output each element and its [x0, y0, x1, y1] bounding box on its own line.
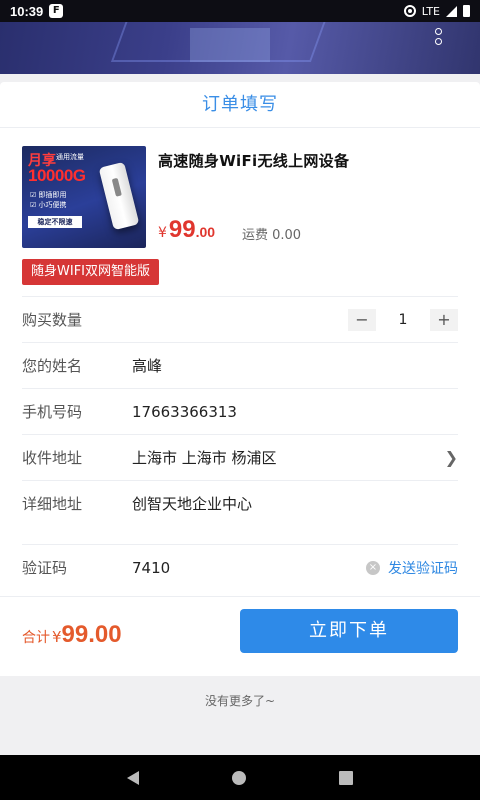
- product-price: ¥ 99 .00: [158, 216, 215, 244]
- banner-decoration: [190, 28, 270, 62]
- thumb-traffic: 10000G: [28, 166, 86, 185]
- order-card: 订单填写 月享 通用流量 10000G ☑ 即插即用 ☑ 小巧便携 稳定不限速 …: [0, 82, 480, 676]
- thumb-feature: ☑ 即插即用: [30, 191, 67, 199]
- total-price: 合计 ¥ 99.00: [22, 621, 122, 649]
- system-nav-bar: [0, 755, 480, 800]
- phone-row: 手机号码 17663366313: [22, 388, 458, 434]
- thumb-features: ☑ 即插即用 ☑ 小巧便携: [30, 190, 67, 210]
- name-label: 您的姓名: [22, 357, 83, 375]
- wifi-dongle-illustration: [98, 161, 140, 231]
- address-label: 详细地址: [22, 495, 83, 513]
- product-name: 高速随身WiFi无线上网设备: [158, 152, 350, 170]
- region-row[interactable]: 收件地址 上海市 上海市 杨浦区 ❯: [22, 434, 458, 480]
- status-bar: 10:39 F LTE: [0, 0, 480, 22]
- increment-button[interactable]: +: [430, 308, 458, 331]
- phone-field[interactable]: 17663366313: [132, 403, 237, 421]
- decrement-button[interactable]: −: [348, 308, 376, 331]
- region-field[interactable]: 上海市 上海市 杨浦区: [132, 447, 277, 468]
- price-integer: 99: [168, 216, 196, 243]
- status-indicators: LTE: [403, 4, 470, 18]
- phone-label: 手机号码: [22, 403, 83, 421]
- network-type: LTE: [421, 4, 440, 18]
- send-code-button[interactable]: 发送验证码: [388, 558, 458, 578]
- notification-icon: F: [49, 4, 64, 18]
- shipping-fee: 运费 0.00: [242, 228, 302, 243]
- region-label: 收件地址: [22, 449, 83, 467]
- header-banner: [0, 22, 480, 74]
- thumb-badge: 稳定不限速: [28, 216, 82, 228]
- price-currency: ¥: [158, 225, 167, 241]
- product-summary: 月享 通用流量 10000G ☑ 即插即用 ☑ 小巧便携 稳定不限速 高速随身W…: [22, 146, 462, 250]
- verify-row: 验证码 7410 × 发送验证码: [22, 544, 458, 590]
- address-field[interactable]: 创智天地企业中心: [132, 493, 252, 514]
- home-icon[interactable]: [231, 770, 246, 785]
- total-amount: 99.00: [61, 621, 122, 648]
- total-label: 合计: [22, 630, 50, 646]
- more-menu-icon[interactable]: [435, 28, 442, 45]
- back-icon[interactable]: [126, 770, 139, 785]
- verify-label: 验证码: [22, 559, 68, 577]
- product-image: 月享 通用流量 10000G ☑ 即插即用 ☑ 小巧便携 稳定不限速: [22, 146, 146, 248]
- battery-icon: [463, 5, 470, 17]
- thumb-traffic-label: 通用流量: [56, 153, 84, 161]
- location-icon: [403, 5, 416, 17]
- clear-icon[interactable]: ×: [366, 560, 380, 575]
- thumb-feature: ☑ 小巧便携: [30, 201, 67, 209]
- order-summary: 合计 ¥ 99.00 立即下单: [0, 596, 480, 676]
- place-order-button[interactable]: 立即下单: [240, 609, 458, 653]
- quantity-input[interactable]: 1: [380, 308, 426, 331]
- name-field[interactable]: 高峰: [132, 355, 162, 376]
- recent-apps-icon[interactable]: [339, 770, 354, 785]
- signal-icon: [446, 5, 457, 17]
- variant-tag[interactable]: 随身WIFI双网智能版: [22, 259, 159, 285]
- quantity-row: 购买数量 − 1 +: [22, 296, 458, 342]
- name-row: 您的姓名 高峰: [22, 342, 458, 388]
- status-time: 10:39: [10, 3, 44, 19]
- no-more-text: 没有更多了~: [204, 694, 276, 708]
- address-row: 详细地址 创智天地企业中心: [22, 480, 458, 526]
- chevron-right-icon[interactable]: ❯: [445, 448, 458, 467]
- verify-code-field[interactable]: 7410: [132, 559, 170, 577]
- price-decimal: .00: [195, 224, 216, 240]
- total-currency: ¥: [52, 628, 62, 646]
- quantity-stepper: − 1 +: [348, 308, 458, 331]
- quantity-label: 购买数量: [22, 311, 83, 329]
- page-title: 订单填写: [0, 82, 480, 128]
